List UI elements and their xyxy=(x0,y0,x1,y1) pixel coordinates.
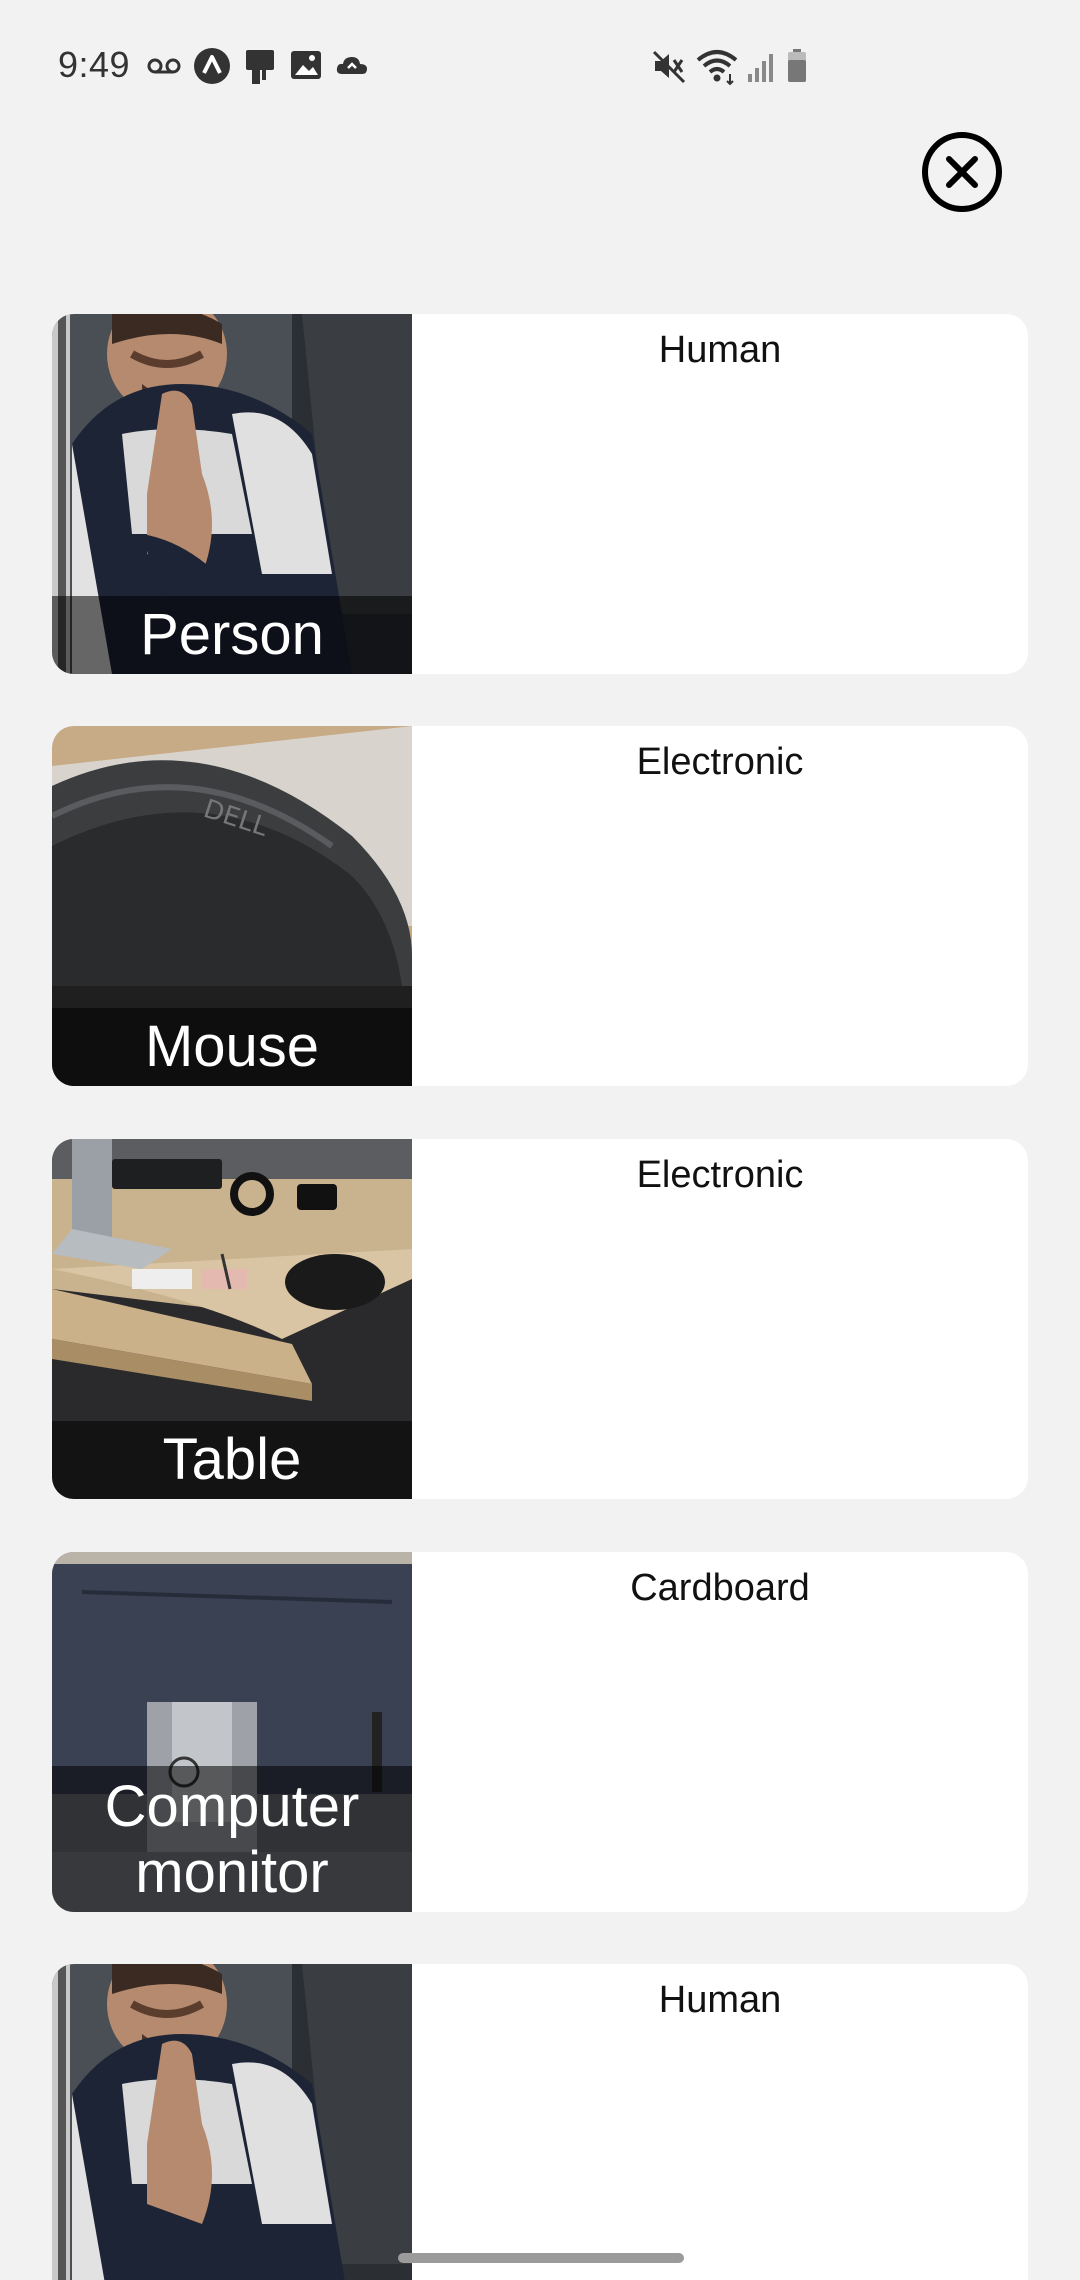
close-button[interactable] xyxy=(920,130,1004,214)
result-thumbnail: Computer monitor xyxy=(52,1552,412,1912)
result-card[interactable]: Computer monitor Cardboard xyxy=(52,1552,1028,1912)
result-card[interactable]: Human xyxy=(52,1964,1028,2280)
result-thumbnail: Person xyxy=(52,314,412,674)
wifi-icon xyxy=(696,46,738,86)
screen: 9:49 Person Human DELL Mouse Electronic … xyxy=(0,0,1080,2280)
object-label: Person xyxy=(140,602,324,667)
category-label: Electronic xyxy=(636,1154,804,1196)
signal-icon xyxy=(746,46,776,86)
navigation-app-icon xyxy=(192,46,232,86)
category-label: Cardboard xyxy=(630,1567,810,1609)
close-circle-icon xyxy=(922,132,1002,212)
status-bar: 9:49 xyxy=(0,0,1080,130)
result-card[interactable]: DELL Mouse Electronic xyxy=(52,726,1028,1086)
image-icon xyxy=(288,46,324,86)
result-thumbnail: Table xyxy=(52,1139,412,1499)
cloud-icon xyxy=(334,46,370,86)
result-card[interactable]: Table Electronic xyxy=(52,1139,1028,1499)
result-thumbnail: DELL Mouse xyxy=(52,726,412,1086)
gesture-nav-handle[interactable] xyxy=(398,2253,684,2263)
object-label: Table xyxy=(162,1427,302,1492)
voicemail-icon xyxy=(146,46,182,86)
category-label: Electronic xyxy=(636,741,804,783)
battery-icon xyxy=(786,46,808,86)
category-label: Human xyxy=(658,1979,782,2021)
result-thumbnail xyxy=(52,1964,412,2280)
person-photo xyxy=(52,1964,412,2280)
object-label: Mouse xyxy=(144,1014,320,1079)
status-time: 9:49 xyxy=(58,44,131,85)
mute-icon xyxy=(650,46,688,86)
result-card[interactable]: Person Human xyxy=(52,314,1028,674)
cast-device-icon xyxy=(242,46,278,86)
object-label: Computer monitor xyxy=(104,1774,360,1905)
category-label: Human xyxy=(658,329,782,371)
